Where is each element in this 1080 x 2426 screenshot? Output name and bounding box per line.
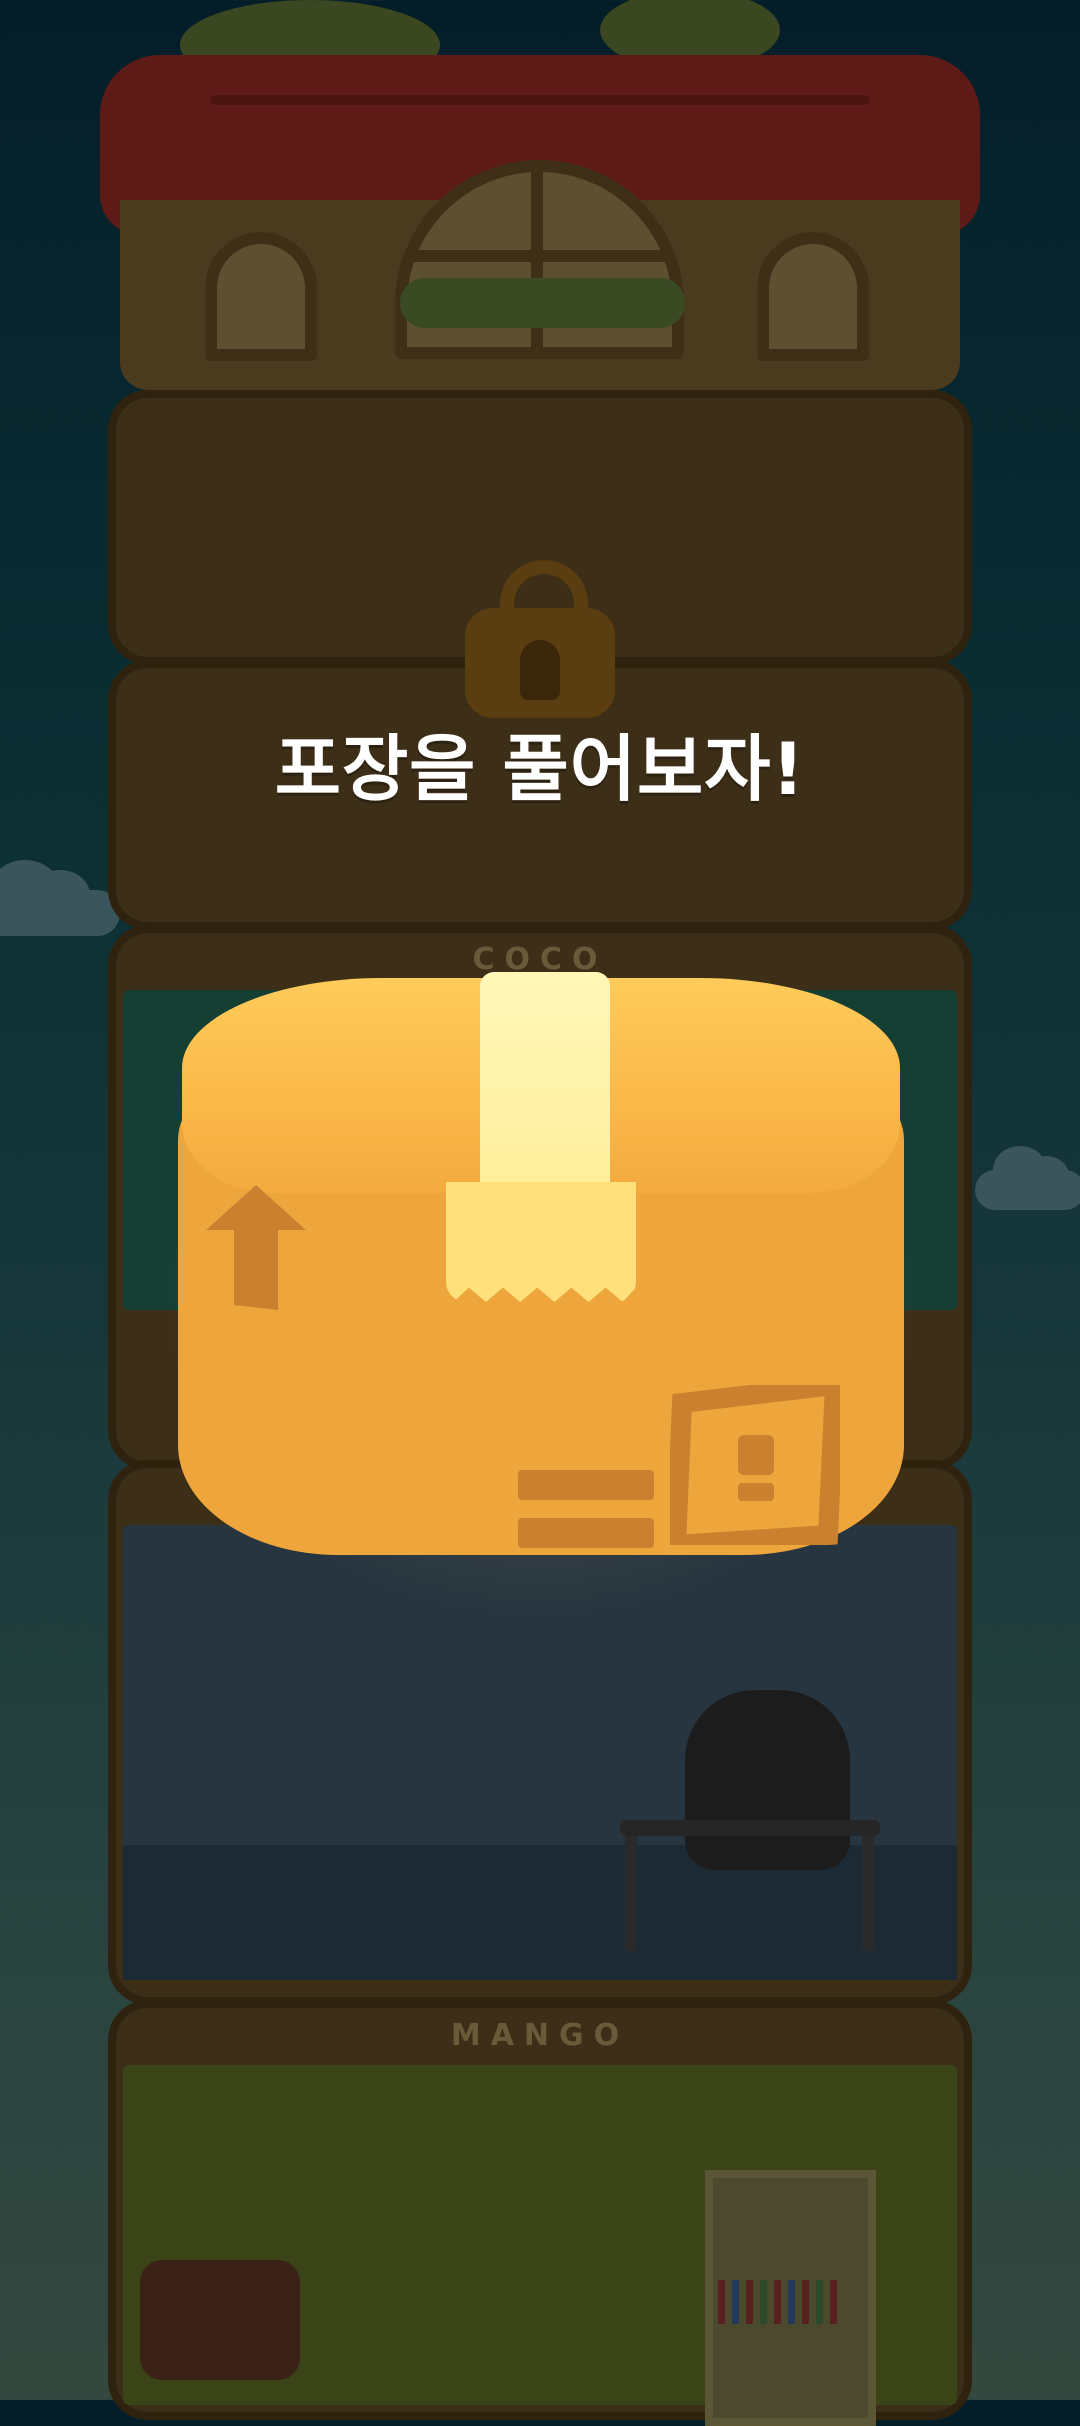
unwrap-headline: 포장을 풀어보자! (274, 727, 806, 811)
desk-leg-left (625, 1836, 637, 1951)
window-planter (400, 278, 685, 328)
book (760, 2280, 767, 2324)
office-desk (620, 1820, 880, 1836)
cloud-left (0, 860, 120, 936)
gift-package-button[interactable] (158, 960, 924, 1620)
book (830, 2280, 837, 2324)
fragile-label-icon (670, 1385, 840, 1545)
book (788, 2280, 795, 2324)
book (774, 2280, 781, 2324)
floor-sign-mango: MANGO (450, 2018, 630, 2053)
office-chair (685, 1690, 850, 1870)
book (732, 2280, 739, 2324)
package-tape (480, 972, 610, 1187)
retro-tv (140, 2260, 300, 2380)
shipping-bars-icon (518, 1470, 654, 1548)
book (746, 2280, 753, 2324)
book (816, 2280, 823, 2324)
desk-leg-right (862, 1836, 874, 1951)
package-tape-flap (446, 1182, 636, 1302)
padlock-keyhole (520, 640, 560, 700)
attic-window-right (757, 232, 869, 361)
cloud-right (975, 1146, 1080, 1210)
up-arrow-icon (206, 1185, 306, 1310)
attic-window-left (205, 232, 317, 361)
book (718, 2280, 725, 2324)
book (802, 2280, 809, 2324)
